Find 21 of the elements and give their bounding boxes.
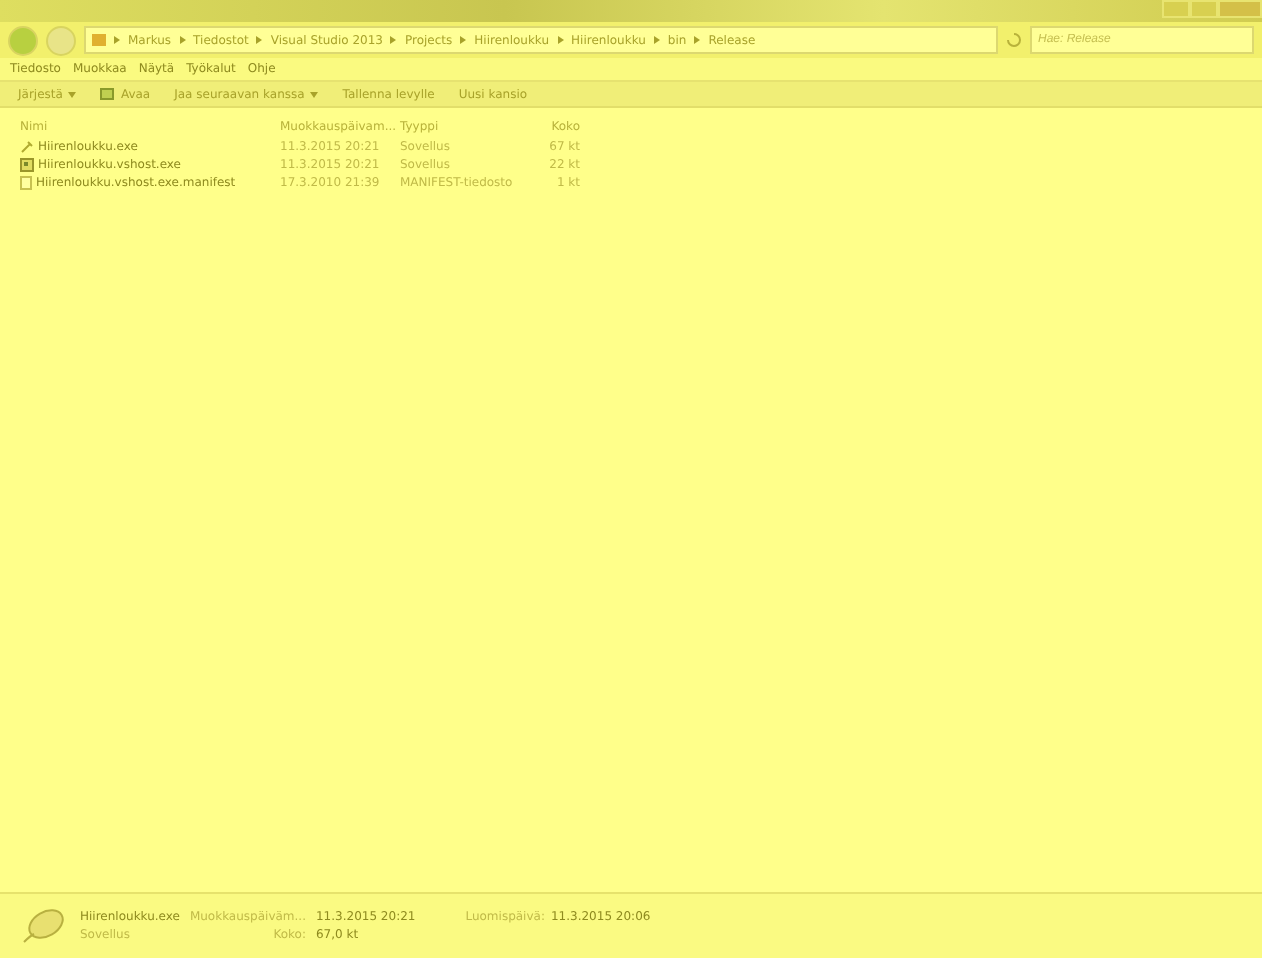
chevron-icon — [179, 36, 186, 44]
caret-icon — [68, 91, 77, 97]
document-icon — [20, 175, 32, 189]
refresh-icon[interactable] — [1006, 32, 1022, 48]
minimize-button[interactable] — [1162, 0, 1190, 18]
chevron-icon — [653, 36, 660, 44]
chevron-icon — [114, 36, 120, 44]
close-button[interactable] — [1218, 0, 1262, 18]
maximize-button[interactable] — [1190, 0, 1218, 18]
window-icon — [20, 157, 34, 171]
chevron-icon — [390, 36, 397, 44]
back-button[interactable] — [8, 25, 38, 55]
chevron-icon — [256, 36, 263, 44]
folder-icon — [92, 34, 106, 46]
wand-icon — [20, 139, 34, 153]
forward-button[interactable] — [46, 25, 76, 55]
chevron-icon — [557, 36, 564, 44]
chevron-icon — [694, 36, 701, 44]
chevron-icon — [460, 36, 467, 44]
caret-icon — [310, 91, 319, 97]
window-icon — [100, 88, 115, 100]
